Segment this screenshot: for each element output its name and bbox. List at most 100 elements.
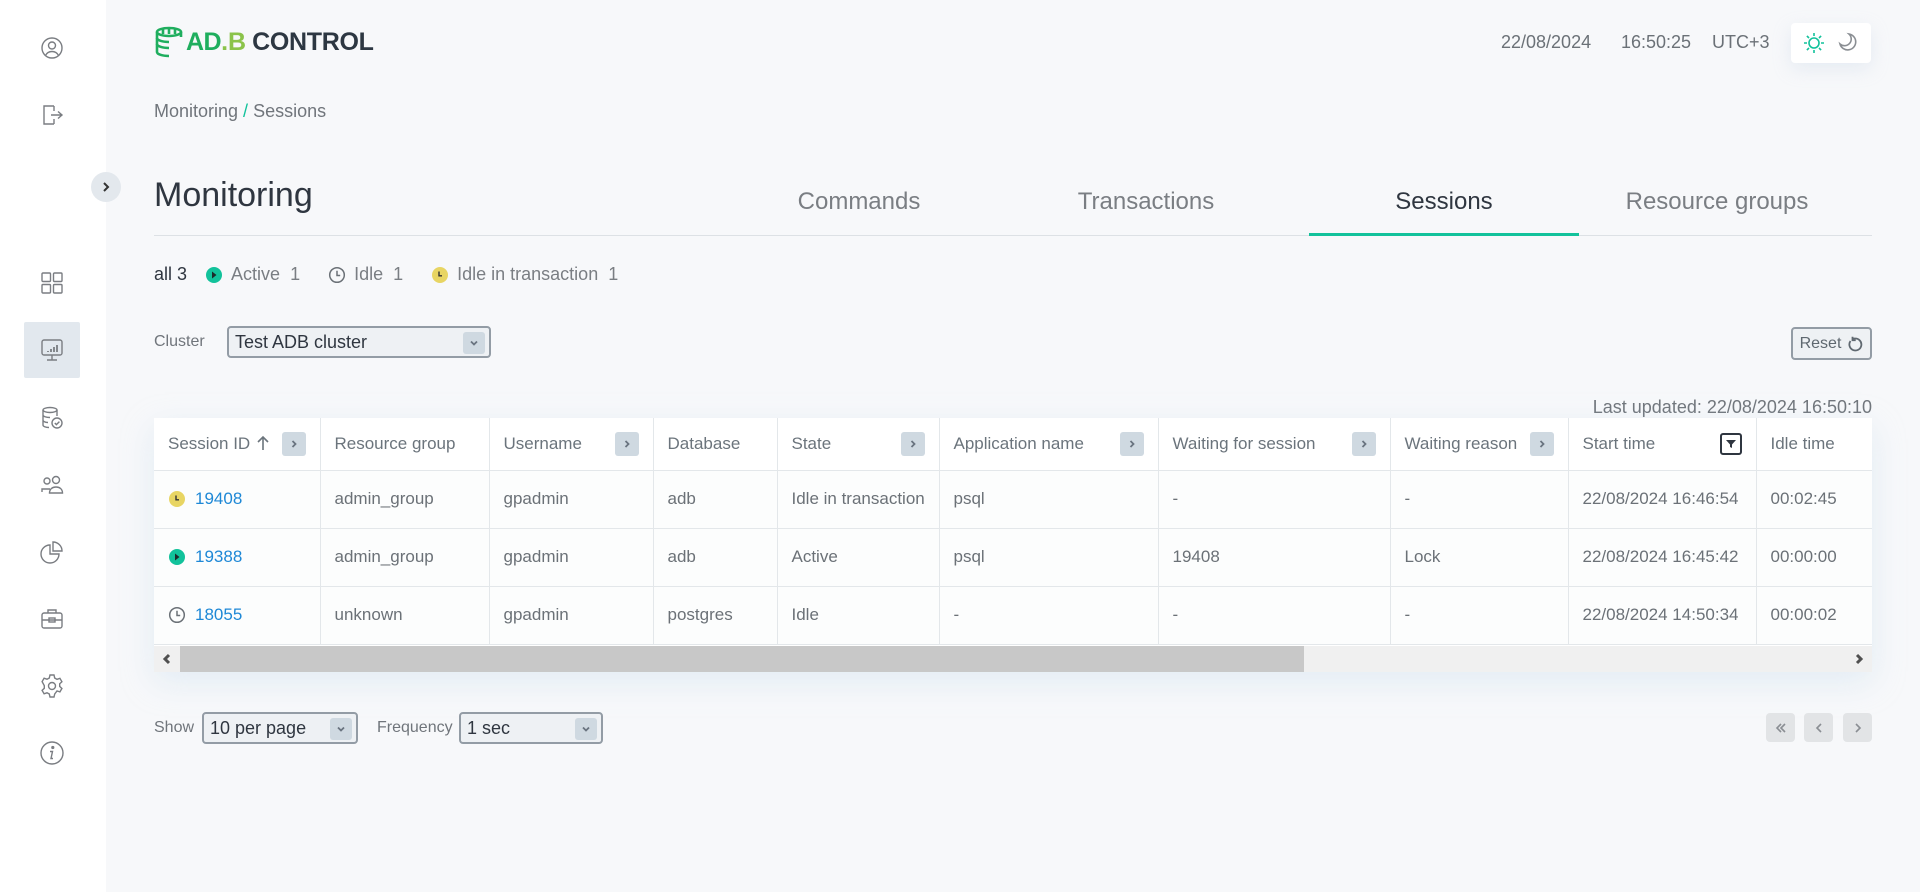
frequency-select[interactable]: 1 sec: [459, 712, 603, 744]
cell-username: gpadmin: [489, 586, 654, 645]
expand-column-button[interactable]: [1351, 431, 1376, 456]
cell-resource-group: unknown: [320, 586, 490, 645]
page-title: Monitoring: [154, 176, 313, 214]
moon-icon[interactable]: [1836, 31, 1860, 55]
filter-all[interactable]: all 3: [154, 264, 187, 285]
expand-column-button[interactable]: [614, 431, 639, 456]
cell-start-time: 22/08/2024 16:45:42: [1568, 528, 1757, 587]
cell-application-name: psql: [939, 528, 1159, 587]
grid-icon: [41, 272, 63, 294]
column-session-id[interactable]: Session ID: [154, 418, 321, 471]
expand-column-button[interactable]: [281, 431, 306, 456]
column-resource-group[interactable]: Resource group: [320, 418, 490, 471]
cell-username: gpadmin: [489, 528, 654, 587]
table-row[interactable]: 18055 unknown gpadmin postgres Idle - - …: [154, 586, 1872, 645]
idle-icon: [168, 606, 186, 624]
monitor-chart-icon: [41, 339, 63, 361]
table-row[interactable]: 19388 admin_group gpadmin adb Active psq…: [154, 528, 1872, 587]
show-label: Show: [154, 719, 195, 736]
tab-transactions[interactable]: Transactions: [1011, 180, 1281, 236]
column-waiting-reason[interactable]: Waiting reason: [1390, 418, 1569, 471]
filter-idle-in-transaction-count: 1: [608, 264, 619, 284]
filter-idle[interactable]: Idle 1: [328, 264, 403, 285]
session-id-link[interactable]: 19408: [195, 489, 242, 509]
database-check-icon: [42, 406, 63, 429]
reset-button[interactable]: Reset: [1791, 327, 1872, 360]
cell-username: gpadmin: [489, 470, 654, 529]
per-page-select[interactable]: 10 per page: [202, 712, 358, 744]
previous-page-button[interactable]: [1804, 713, 1833, 742]
chevron-right-icon: [103, 182, 110, 192]
filter-idle-count: 1: [393, 264, 404, 284]
first-page-button[interactable]: [1766, 713, 1795, 742]
sort-ascending-icon[interactable]: [256, 435, 270, 451]
column-application-name[interactable]: Application name: [939, 418, 1159, 471]
column-idle-time[interactable]: Idle time: [1756, 418, 1872, 471]
sidebar-item-settings[interactable]: [24, 658, 80, 714]
breadcrumb-monitoring[interactable]: Monitoring: [154, 101, 238, 121]
cell-resource-group: admin_group: [320, 528, 490, 587]
filter-active[interactable]: Active 1: [205, 264, 300, 285]
sidebar-collapse-button[interactable]: [91, 172, 121, 202]
per-page-value: 10 per page: [210, 717, 307, 738]
expand-column-button[interactable]: [900, 431, 925, 456]
scroll-left-button[interactable]: [154, 646, 180, 672]
column-database[interactable]: Database: [653, 418, 778, 471]
state-filters: all 3 Active 1 Idle 1 Idle in transactio…: [154, 264, 646, 285]
cell-start-time: 22/08/2024 14:50:34: [1568, 586, 1757, 645]
table-row[interactable]: 19408 admin_group gpadmin adb Idle in tr…: [154, 470, 1872, 529]
column-start-time[interactable]: Start time: [1568, 418, 1757, 471]
profile-button[interactable]: [24, 20, 80, 76]
expand-column-button[interactable]: [1529, 431, 1554, 456]
filter-active-count: 1: [290, 264, 301, 284]
sidebar-item-jobs[interactable]: [24, 591, 80, 647]
cluster-select[interactable]: Test ADB cluster: [227, 326, 491, 358]
filter-idle-label: Idle: [354, 264, 384, 284]
next-page-button[interactable]: [1843, 713, 1872, 742]
session-id-link[interactable]: 18055: [195, 605, 242, 625]
column-resource-group-label: Resource group: [334, 433, 456, 453]
user-circle-icon: [41, 37, 63, 59]
tab-commands[interactable]: Commands: [724, 180, 994, 236]
cell-database: adb: [653, 528, 778, 587]
double-chevron-left-icon: [1775, 722, 1786, 733]
column-state[interactable]: State: [777, 418, 940, 471]
column-waiting-for-session-label: Waiting for session: [1172, 433, 1316, 453]
tab-resource-groups[interactable]: Resource groups: [1582, 180, 1852, 236]
cell-application-name: psql: [939, 470, 1159, 529]
cell-resource-group: admin_group: [320, 470, 490, 529]
filter-icon[interactable]: [1719, 432, 1742, 455]
sidebar-item-users[interactable]: [24, 457, 80, 513]
column-idle-time-label: Idle time: [1770, 433, 1835, 453]
tab-bar: Commands Transactions Sessions Resource …: [154, 180, 1872, 236]
cell-idle-time: 00:00:00: [1756, 528, 1872, 587]
session-id-link[interactable]: 19388: [195, 547, 242, 567]
breadcrumb-separator: /: [243, 101, 249, 121]
table-header-row: Session ID Resource group Username Datab…: [154, 418, 1872, 471]
sun-icon[interactable]: [1802, 31, 1826, 55]
cell-application-name: -: [939, 586, 1159, 645]
header-time: 16:50:25: [1621, 32, 1692, 52]
tab-sessions[interactable]: Sessions: [1309, 180, 1579, 236]
sidebar-item-info[interactable]: [24, 725, 80, 781]
logout-button[interactable]: [24, 87, 80, 143]
info-icon: [40, 741, 64, 765]
scrollbar-thumb[interactable]: [180, 646, 1304, 672]
sidebar-item-monitoring[interactable]: [24, 322, 80, 378]
cluster-label: Cluster: [154, 333, 205, 350]
theme-toggle: [1791, 23, 1871, 63]
sidebar-item-backups[interactable]: [24, 390, 80, 446]
active-icon: [206, 266, 223, 283]
filter-idle-in-transaction[interactable]: Idle in transaction 1: [431, 264, 618, 285]
column-username[interactable]: Username: [489, 418, 654, 471]
cell-idle-time: 00:00:02: [1756, 586, 1872, 645]
expand-column-button[interactable]: [1119, 431, 1144, 456]
pie-chart-icon: [40, 541, 63, 564]
chevron-down-icon: [330, 718, 352, 740]
column-waiting-for-session[interactable]: Waiting for session: [1158, 418, 1391, 471]
horizontal-scrollbar[interactable]: [154, 646, 1872, 672]
chevron-right-icon: [1855, 653, 1864, 665]
sidebar-item-dashboard[interactable]: [24, 255, 80, 311]
scroll-right-button[interactable]: [1846, 646, 1872, 672]
sidebar-item-reports[interactable]: [24, 524, 80, 580]
